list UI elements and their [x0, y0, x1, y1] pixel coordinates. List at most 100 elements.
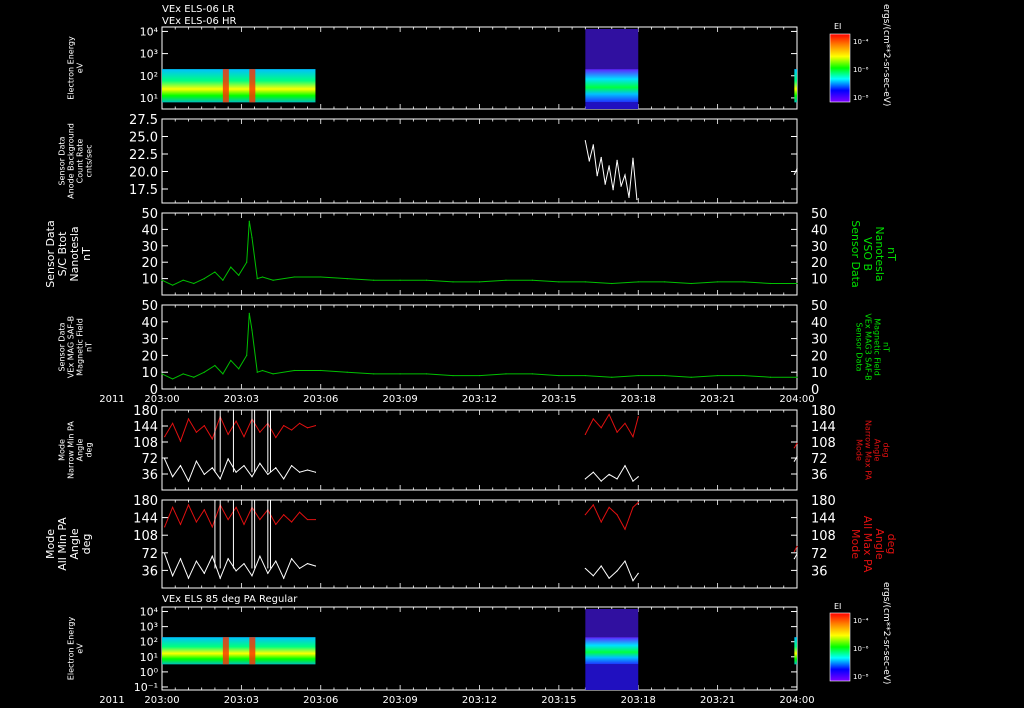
data-point [246, 261, 248, 263]
data-point [256, 278, 258, 280]
data-point [179, 558, 182, 560]
data-point [164, 526, 166, 528]
data-point [182, 373, 184, 375]
data-point [203, 509, 205, 511]
panel-3: Sensor Data S/C Btot Nanotesla nT50 5040 4030… [44, 207, 898, 296]
data-point [632, 480, 634, 482]
data-point [796, 168, 798, 170]
data-point [588, 160, 590, 162]
data-point [796, 442, 798, 444]
y-tick-label: 30 [141, 333, 158, 348]
y-tick-label-right: 36 [811, 564, 828, 579]
data-point [171, 506, 174, 508]
bottom-spectrogram-title: VEx ELS 85 deg PA Regular [162, 594, 298, 605]
colorbar-top-tick-high: 10⁻⁴ [853, 38, 869, 46]
y-axis-label-line: cnts/sec [85, 145, 94, 178]
data-point [246, 354, 248, 356]
x-tick-label: 203:00 [144, 695, 179, 706]
panel-frame [161, 499, 798, 589]
y-tick-label: 17.5 [129, 183, 158, 198]
y-tick-label-right: 144 [811, 420, 836, 435]
x-axis-year: 2011 [99, 695, 124, 706]
y-tick-label: 20.0 [129, 166, 158, 181]
data-point [592, 471, 594, 473]
spectrogram-spike [222, 69, 229, 103]
data-point [211, 438, 213, 440]
data-point [193, 282, 195, 285]
y-tick-label: 10¹ [140, 92, 158, 105]
y-tick-label: 36 [141, 468, 158, 483]
data-point [478, 281, 481, 283]
data-point [596, 175, 598, 177]
colorbar-top-unit: ergs/(cm**2-sr-sec-eV) [881, 4, 891, 106]
y-axis-label-line: Electron Energy [67, 36, 76, 100]
data-point [616, 570, 618, 572]
data-point [690, 282, 692, 285]
top-title-line2: VEx ELS-06 HR [162, 16, 237, 27]
data-point [346, 278, 348, 280]
y-tick-label-right: 10 [811, 366, 828, 381]
data-point [283, 577, 285, 579]
data-point [637, 476, 639, 478]
data-point [306, 518, 309, 521]
spectrogram-sparse-region [585, 29, 639, 70]
data-point [187, 577, 190, 579]
data-point [452, 281, 454, 283]
data-point [314, 471, 317, 473]
data-point [690, 376, 692, 378]
data-point [584, 281, 586, 283]
data-point [604, 183, 606, 185]
y-tick-label: 72 [141, 452, 158, 467]
y-tick-label: 10² [140, 636, 158, 649]
data-point [164, 553, 166, 555]
data-point [187, 480, 190, 482]
data-point [314, 424, 317, 427]
data-point [637, 416, 639, 418]
data-point [608, 506, 610, 508]
x-tick-label: 203:12 [462, 394, 497, 405]
data-point [320, 276, 322, 278]
data-point [171, 378, 174, 380]
data-point [251, 329, 253, 331]
data-point [664, 281, 666, 283]
y-tick-label-right: 180 [811, 494, 836, 509]
right-axis-label-line: Angle [873, 528, 886, 560]
spectrogram-band [162, 69, 316, 103]
data-point [187, 504, 190, 506]
y-tick-label: 40 [141, 223, 158, 238]
data-point [219, 478, 221, 480]
right-axis-label-line: nT [885, 247, 898, 261]
y-tick-label: 108 [133, 436, 158, 451]
x-tick-label: 203:18 [621, 695, 656, 706]
data-point [793, 550, 795, 552]
y-tick-label-right: 36 [811, 468, 828, 483]
y-tick-label-right: 20 [811, 349, 828, 364]
y-tick-label: 50 [141, 299, 158, 314]
data-point [584, 140, 586, 142]
y-tick-label: 180 [133, 494, 158, 509]
right-axis-label-line: Sensor Data [855, 322, 864, 371]
right-axis-label-line: Mode [855, 439, 864, 461]
y-axis-label-line: Anode Background [67, 123, 76, 199]
spectrogram-low-region [585, 102, 639, 109]
colorbar-bottom-tick-low: 10⁻⁸ [853, 673, 869, 681]
y-axis-label-line: deg [85, 442, 94, 457]
right-axis-label-line: nT [882, 342, 891, 352]
y-axis-label-line: Sensor Data [58, 322, 67, 371]
data-point [600, 565, 602, 567]
data-point [793, 558, 795, 560]
panel-1: Electron Energy eV 10⁴ 10³ 10² 10¹ [67, 25, 798, 110]
y-tick-label-right: 50 [811, 299, 828, 314]
colorbar-bottom: EI 10⁻⁴ 10⁻⁶ 10⁻⁸ [829, 602, 869, 682]
y-tick-label: 108 [133, 529, 158, 544]
data-point [624, 528, 626, 530]
data-point [584, 433, 586, 436]
data-point [425, 373, 428, 375]
data-point [584, 478, 586, 480]
y-axis-label-line: VEx MAG SAF-B [67, 316, 76, 378]
data-point [243, 523, 245, 526]
spectrogram-band [794, 69, 797, 103]
x-tick-label: 203:06 [303, 394, 338, 405]
data-point [373, 373, 375, 375]
data-point [632, 157, 634, 159]
